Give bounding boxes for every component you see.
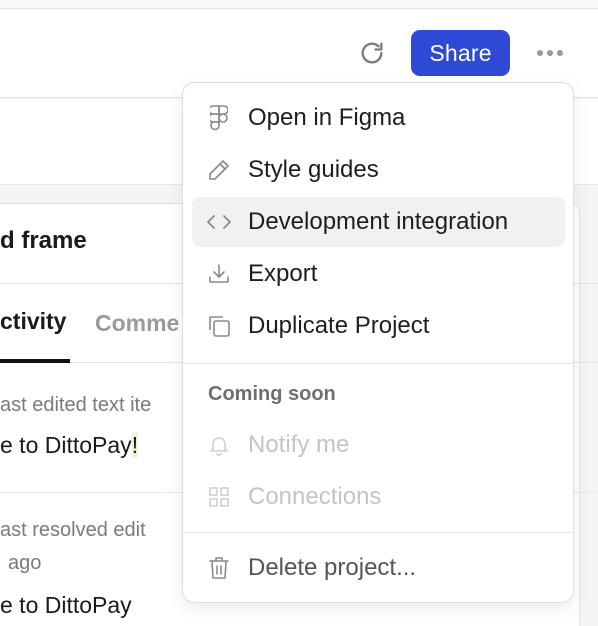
- refresh-button[interactable]: [356, 37, 388, 69]
- activity-meta: ast edited text ite: [0, 394, 152, 416]
- top-strip: [0, 0, 598, 9]
- duplicate-icon: [206, 313, 232, 339]
- more-options-button[interactable]: [532, 38, 568, 68]
- activity-time: ago: [8, 552, 42, 574]
- menu-item-connections: Connections: [192, 472, 565, 522]
- app-page: Share d frame ctivity Comme ast edited t…: [0, 0, 598, 626]
- menu-item-development-integration[interactable]: Development integration: [192, 197, 565, 247]
- bell-icon: [206, 432, 232, 458]
- active-tab-indicator: [0, 359, 70, 363]
- menu-item-label: Style guides: [248, 156, 379, 183]
- menu-item-notify-me: Notify me: [192, 420, 565, 470]
- trash-icon: [206, 555, 232, 581]
- tab-comments[interactable]: Comme: [95, 310, 179, 337]
- menu-item-label: Open in Figma: [248, 104, 406, 131]
- download-icon: [206, 261, 232, 287]
- menu-item-delete-project[interactable]: Delete project...: [192, 543, 565, 593]
- tab-activity[interactable]: ctivity: [0, 308, 66, 335]
- activity-text: e to DittoPay: [0, 592, 132, 618]
- menu-divider: [184, 532, 574, 533]
- share-button[interactable]: Share: [411, 30, 510, 76]
- activity-text-highlight: !: [131, 432, 139, 458]
- menu-item-label: Export: [248, 260, 318, 287]
- menu-item-label: Notify me: [248, 431, 350, 458]
- code-icon: [206, 209, 232, 235]
- panel-title: d frame: [0, 227, 87, 254]
- menu-item-label: Connections: [248, 483, 382, 510]
- menu-divider: [184, 363, 574, 364]
- menu-section-label: Coming soon: [208, 383, 336, 405]
- project-options-menu: Open in Figma Style guides Development i…: [182, 82, 574, 603]
- more-icon: [536, 49, 564, 57]
- figma-icon: [206, 105, 232, 131]
- menu-item-label: Duplicate Project: [248, 312, 430, 339]
- activity-text-main: e to DittoPay: [0, 432, 132, 458]
- menu-item-duplicate-project[interactable]: Duplicate Project: [192, 301, 565, 351]
- activity-text: e to DittoPay!: [0, 432, 139, 459]
- menu-item-label: Development integration: [248, 208, 509, 235]
- menu-item-open-in-figma[interactable]: Open in Figma: [192, 93, 565, 143]
- activity-meta: ast resolved edit: [0, 519, 146, 541]
- menu-item-style-guides[interactable]: Style guides: [192, 145, 565, 195]
- refresh-icon: [358, 39, 386, 67]
- pencil-icon: [206, 157, 232, 183]
- menu-item-label: Delete project...: [248, 554, 417, 581]
- menu-item-export[interactable]: Export: [192, 249, 565, 299]
- grid-icon: [206, 484, 232, 510]
